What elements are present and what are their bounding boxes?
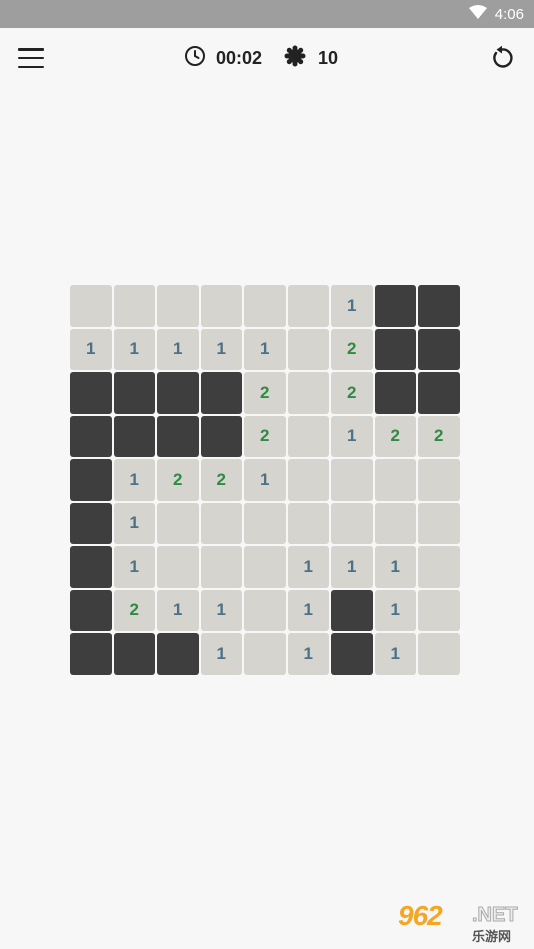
- cell[interactable]: 1: [287, 633, 329, 675]
- cell[interactable]: [200, 502, 242, 544]
- cell[interactable]: [244, 502, 286, 544]
- cell[interactable]: [244, 589, 286, 631]
- watermark-logo: 962 .NET 乐游网: [398, 900, 518, 944]
- cell[interactable]: [244, 633, 286, 675]
- cell[interactable]: 1: [113, 546, 155, 588]
- cell[interactable]: [331, 502, 373, 544]
- cell[interactable]: 1: [331, 546, 373, 588]
- cell[interactable]: 1: [113, 502, 155, 544]
- clock-icon: [184, 45, 206, 72]
- mine-icon: [284, 45, 306, 72]
- cell[interactable]: [157, 285, 199, 327]
- cell[interactable]: [200, 372, 242, 414]
- cell[interactable]: 2: [157, 459, 199, 501]
- cell[interactable]: 1: [200, 633, 242, 675]
- cell[interactable]: [157, 415, 199, 457]
- cell[interactable]: [157, 372, 199, 414]
- cell[interactable]: [113, 415, 155, 457]
- cell[interactable]: 2: [418, 415, 460, 457]
- cell[interactable]: [200, 285, 242, 327]
- timer-value: 00:02: [216, 47, 263, 68]
- cell[interactable]: [418, 546, 460, 588]
- cell[interactable]: 1: [244, 459, 286, 501]
- cell[interactable]: 1: [200, 589, 242, 631]
- cell[interactable]: 1: [331, 285, 373, 327]
- cell[interactable]: [157, 633, 199, 675]
- cell[interactable]: [113, 372, 155, 414]
- cell[interactable]: [287, 285, 329, 327]
- cell[interactable]: [418, 372, 460, 414]
- cell[interactable]: 2: [244, 372, 286, 414]
- mines-remaining: 10: [318, 47, 339, 68]
- cell[interactable]: 1: [200, 328, 242, 370]
- cell[interactable]: [374, 285, 416, 327]
- cell[interactable]: [287, 372, 329, 414]
- cell[interactable]: [418, 633, 460, 675]
- status-bar: 4:06: [0, 0, 534, 28]
- cell[interactable]: [331, 633, 373, 675]
- cell[interactable]: [113, 285, 155, 327]
- cell[interactable]: [418, 589, 460, 631]
- wifi-icon: [468, 5, 487, 23]
- cell[interactable]: 2: [331, 328, 373, 370]
- cell[interactable]: [70, 285, 112, 327]
- cell[interactable]: [418, 459, 460, 501]
- cell[interactable]: 1: [287, 546, 329, 588]
- cell[interactable]: 2: [374, 415, 416, 457]
- cell[interactable]: 1: [113, 328, 155, 370]
- cell[interactable]: [200, 415, 242, 457]
- cell[interactable]: 1: [374, 546, 416, 588]
- cell[interactable]: [374, 502, 416, 544]
- cell[interactable]: [287, 328, 329, 370]
- cell[interactable]: [287, 502, 329, 544]
- game-board: 111111222212212211111121111111: [70, 285, 462, 677]
- menu-icon[interactable]: [18, 48, 44, 68]
- cell[interactable]: 2: [200, 459, 242, 501]
- restart-icon[interactable]: [489, 45, 515, 71]
- cell[interactable]: [287, 415, 329, 457]
- cell[interactable]: [418, 328, 460, 370]
- cell[interactable]: [70, 372, 112, 414]
- cell[interactable]: [70, 546, 112, 588]
- cell[interactable]: [157, 502, 199, 544]
- cell[interactable]: 1: [374, 589, 416, 631]
- cell[interactable]: 2: [113, 589, 155, 631]
- cell[interactable]: [200, 546, 242, 588]
- cell[interactable]: [70, 633, 112, 675]
- cell[interactable]: 1: [331, 415, 373, 457]
- cell[interactable]: 1: [70, 328, 112, 370]
- cell[interactable]: [418, 285, 460, 327]
- cell[interactable]: [287, 459, 329, 501]
- game-info: 00:02 10: [184, 45, 338, 71]
- cell[interactable]: [331, 589, 373, 631]
- cell[interactable]: 1: [157, 328, 199, 370]
- cell[interactable]: [70, 415, 112, 457]
- cell[interactable]: [244, 546, 286, 588]
- toolbar: 00:02 10: [0, 28, 534, 88]
- cell[interactable]: [157, 546, 199, 588]
- cell[interactable]: [374, 459, 416, 501]
- cell[interactable]: 1: [113, 459, 155, 501]
- cell[interactable]: 1: [374, 633, 416, 675]
- cell[interactable]: 2: [331, 372, 373, 414]
- cell[interactable]: 2: [244, 415, 286, 457]
- cell[interactable]: [70, 502, 112, 544]
- status-time: 4:06: [494, 5, 524, 23]
- cell[interactable]: [374, 372, 416, 414]
- cell[interactable]: [331, 459, 373, 501]
- cell[interactable]: [70, 459, 112, 501]
- cell[interactable]: [244, 285, 286, 327]
- cell[interactable]: [113, 633, 155, 675]
- cell[interactable]: 1: [157, 589, 199, 631]
- cell[interactable]: [418, 502, 460, 544]
- cell[interactable]: 1: [244, 328, 286, 370]
- cell[interactable]: [374, 328, 416, 370]
- cell[interactable]: [70, 589, 112, 631]
- cell[interactable]: 1: [287, 589, 329, 631]
